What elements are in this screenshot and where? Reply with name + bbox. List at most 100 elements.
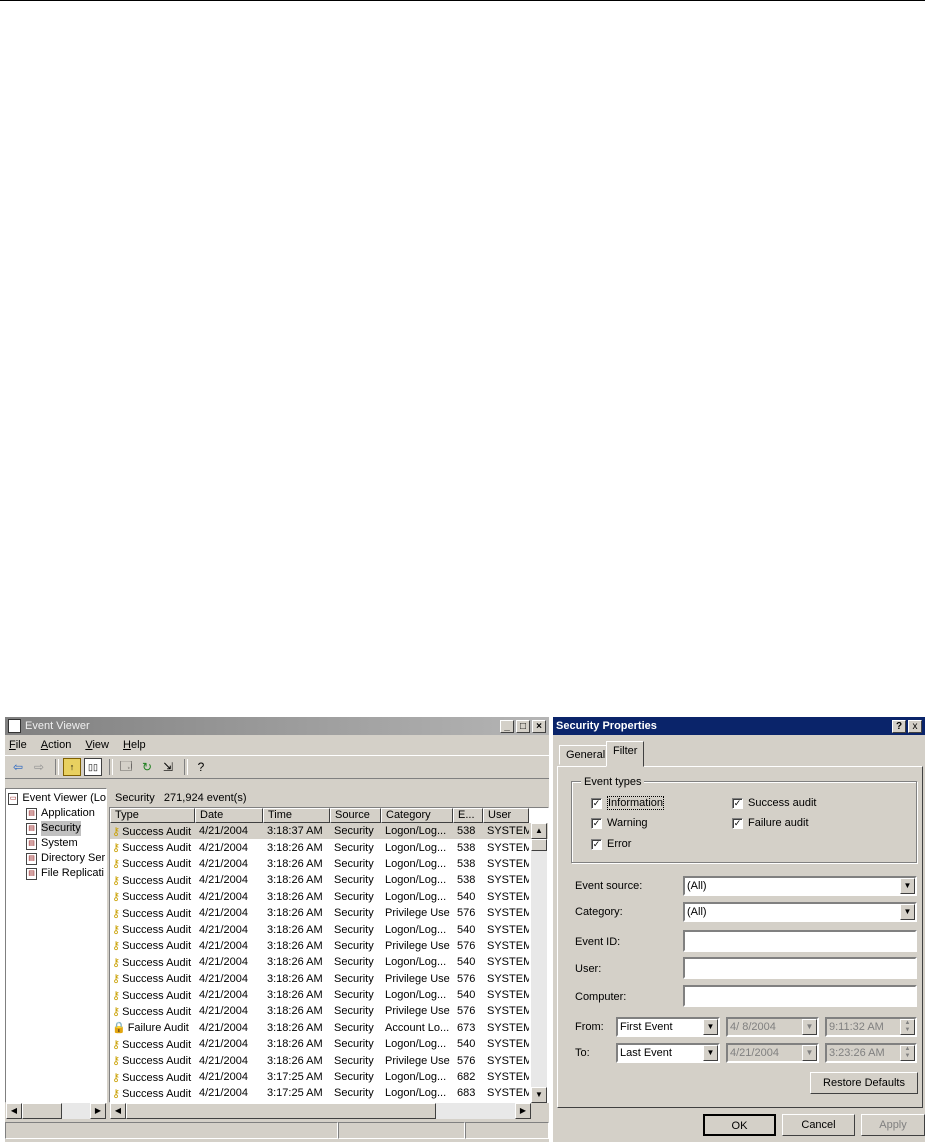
tree-horizontal-scrollbar[interactable]: ◀ ▶ [6, 1103, 106, 1119]
table-row[interactable]: ⚷ Success Audit 4/21/2004 3:18:37 AM Securit… [110, 823, 548, 840]
scroll-right-button[interactable]: ▶ [90, 1103, 106, 1119]
column-header-date[interactable]: Date [195, 808, 263, 823]
restore-defaults-button[interactable]: Restore Defaults [810, 1072, 918, 1094]
column-header-time[interactable]: Time [263, 808, 330, 823]
scroll-left-button[interactable]: ◀ [6, 1103, 22, 1119]
cell-text: 4/21/2004 [199, 1038, 248, 1051]
table-row[interactable]: ⚷ Success Audit 4/21/2004 3:18:26 AM Securit… [110, 987, 548, 1003]
export-list-icon[interactable]: ⇲ [159, 758, 177, 776]
column-header-user[interactable]: User [483, 808, 529, 823]
scroll-right-button[interactable]: ▶ [515, 1103, 531, 1119]
menu-file[interactable]: File [9, 739, 27, 751]
cell-text: 673 [457, 1021, 476, 1034]
from-time-spinner[interactable]: 9:11:32 AM ▲ ▼ [825, 1017, 917, 1037]
cell-event: 540 [453, 956, 483, 968]
chevron-down-icon[interactable]: ▼ [703, 1019, 718, 1035]
event-source-dropdown[interactable]: (All) ▼ [683, 876, 917, 896]
scroll-left-button[interactable]: ◀ [110, 1103, 126, 1119]
show-hide-tree-icon[interactable]: ▯▯ [84, 758, 102, 776]
ok-button[interactable]: OK [703, 1114, 776, 1136]
chevron-down-icon[interactable]: ▼ [802, 1019, 817, 1035]
apply-button[interactable]: Apply [861, 1114, 925, 1136]
scroll-thumb[interactable] [22, 1103, 62, 1119]
table-row[interactable]: ⚷ Success Audit 4/21/2004 3:18:26 AM Securit… [110, 1003, 548, 1019]
checkbox-failure-audit[interactable]: ✓ Failure audit [732, 817, 809, 829]
chevron-down-icon[interactable]: ▼ [900, 878, 915, 894]
scroll-down-button[interactable]: ▼ [531, 1087, 547, 1103]
table-row[interactable]: ⚷ Success Audit 4/21/2004 3:18:26 AM Securit… [110, 921, 548, 937]
forward-arrow-icon[interactable]: ⇨ [30, 758, 48, 776]
chevron-down-icon[interactable]: ▼ [703, 1045, 718, 1061]
column-header-type[interactable]: Type [110, 808, 195, 823]
list-vertical-scrollbar[interactable]: ▲ ▼ [531, 823, 547, 1103]
menu-help[interactable]: Help [123, 739, 146, 751]
tree-item-application[interactable]: ▤ Application [6, 806, 106, 821]
table-row[interactable]: ⚷ Success Audit 4/21/2004 3:18:26 AM Securit… [110, 856, 548, 872]
from-type-dropdown[interactable]: First Event ▼ [616, 1017, 720, 1037]
table-row[interactable]: ⚷ Success Audit 4/21/2004 3:18:26 AM Securit… [110, 839, 548, 855]
table-row[interactable]: ⚷ Success Audit 4/21/2004 3:18:26 AM Securit… [110, 938, 548, 954]
dialog-titlebar[interactable]: Security Properties ? x [553, 717, 925, 735]
tree-root[interactable]: ▭ Event Viewer (Lo [6, 791, 106, 806]
column-header-category[interactable]: Category [381, 808, 453, 823]
close-button[interactable]: × [532, 719, 546, 733]
event-viewer-titlebar[interactable]: Event Viewer _ □ × [5, 717, 549, 735]
table-row[interactable]: ⚷ Success Audit 4/21/2004 3:18:26 AM Securit… [110, 1052, 548, 1068]
column-header-source[interactable]: Source [330, 808, 381, 823]
cell-date: 4/21/2004 [195, 956, 263, 968]
table-row[interactable]: ⚷ Success Audit 4/21/2004 3:18:26 AM Securit… [110, 905, 548, 921]
checkbox-success-audit[interactable]: ✓ Success audit [732, 797, 816, 809]
to-date-picker[interactable]: 4/21/2004 ▼ [726, 1043, 819, 1063]
chevron-down-icon[interactable]: ▼ [900, 904, 915, 920]
list-horizontal-scrollbar[interactable]: ◀ ▶ [110, 1103, 531, 1119]
checkbox-error[interactable]: ✓ Error [591, 838, 631, 850]
tree-item-system[interactable]: ▤ System [6, 836, 106, 851]
table-row[interactable]: ⚷ Success Audit 4/21/2004 3:18:26 AM Securit… [110, 954, 548, 970]
spinner-icon[interactable]: ▲ ▼ [900, 1045, 915, 1061]
menu-action[interactable]: Action [41, 739, 72, 751]
scroll-up-button[interactable]: ▲ [531, 823, 547, 839]
checkbox-information[interactable]: ✓ Information [591, 796, 665, 810]
help-button[interactable]: ? [892, 719, 906, 733]
minimize-button[interactable]: _ [500, 719, 514, 733]
tree-item-file-replication[interactable]: ▤ File Replicati [6, 866, 106, 881]
column-header-event[interactable]: E... [453, 808, 483, 823]
table-row[interactable]: ⚷ Success Audit 4/21/2004 3:18:26 AM Securit… [110, 1036, 548, 1052]
table-row[interactable]: 🔒 Failure Audit 4/21/2004 3:18:26 AM Securit… [110, 1020, 548, 1036]
event-id-input[interactable] [683, 930, 917, 952]
chevron-down-icon[interactable]: ▼ [802, 1045, 817, 1061]
tree-item-directory-service[interactable]: ▤ Directory Ser [6, 851, 106, 866]
computer-input[interactable] [683, 985, 917, 1007]
cell-time: 3:18:26 AM [263, 956, 330, 968]
refresh-icon[interactable]: ↻ [138, 758, 156, 776]
maximize-button[interactable]: □ [516, 719, 530, 733]
to-type-dropdown[interactable]: Last Event ▼ [616, 1043, 720, 1063]
checkbox-warning[interactable]: ✓ Warning [591, 817, 648, 829]
help-icon[interactable]: ? [192, 758, 210, 776]
back-arrow-icon[interactable]: ⇦ [9, 758, 27, 776]
to-time-spinner[interactable]: 3:23:26 AM ▲ ▼ [825, 1043, 917, 1063]
cell-text: Success Audit [122, 825, 192, 838]
cell-text: 576 [457, 1054, 476, 1067]
scroll-thumb[interactable] [126, 1103, 436, 1119]
cancel-button[interactable]: Cancel [782, 1114, 855, 1136]
table-row[interactable]: ⚷ Success Audit 4/21/2004 3:17:25 AM Securit… [110, 1085, 548, 1101]
cell-category: Logon/Log... [381, 858, 453, 870]
dialog-close-button[interactable]: x [908, 719, 922, 733]
table-row[interactable]: ⚷ Success Audit 4/21/2004 3:18:26 AM Securit… [110, 889, 548, 905]
tree-item-security[interactable]: ▤ Security [6, 821, 106, 836]
cell-time: 3:18:26 AM [263, 989, 330, 1001]
table-row[interactable]: ⚷ Success Audit 4/21/2004 3:18:26 AM Securit… [110, 872, 548, 888]
table-row[interactable]: ⚷ Success Audit 4/21/2004 3:18:26 AM Securit… [110, 971, 548, 987]
table-row[interactable]: ⚷ Success Audit 4/21/2004 3:17:25 AM Securit… [110, 1069, 548, 1085]
tab-filter[interactable]: Filter [606, 741, 645, 767]
menu-view[interactable]: View [85, 739, 109, 751]
properties-icon[interactable]: 🗔 [117, 758, 135, 776]
spinner-icon[interactable]: ▲ ▼ [900, 1019, 915, 1035]
category-dropdown[interactable]: (All) ▼ [683, 902, 917, 922]
scroll-thumb[interactable] [531, 839, 547, 851]
tab-general[interactable]: General [559, 745, 613, 765]
user-input[interactable] [683, 957, 917, 979]
up-level-icon[interactable]: ↑ [63, 758, 81, 776]
from-date-picker[interactable]: 4/ 8/2004 ▼ [726, 1017, 819, 1037]
